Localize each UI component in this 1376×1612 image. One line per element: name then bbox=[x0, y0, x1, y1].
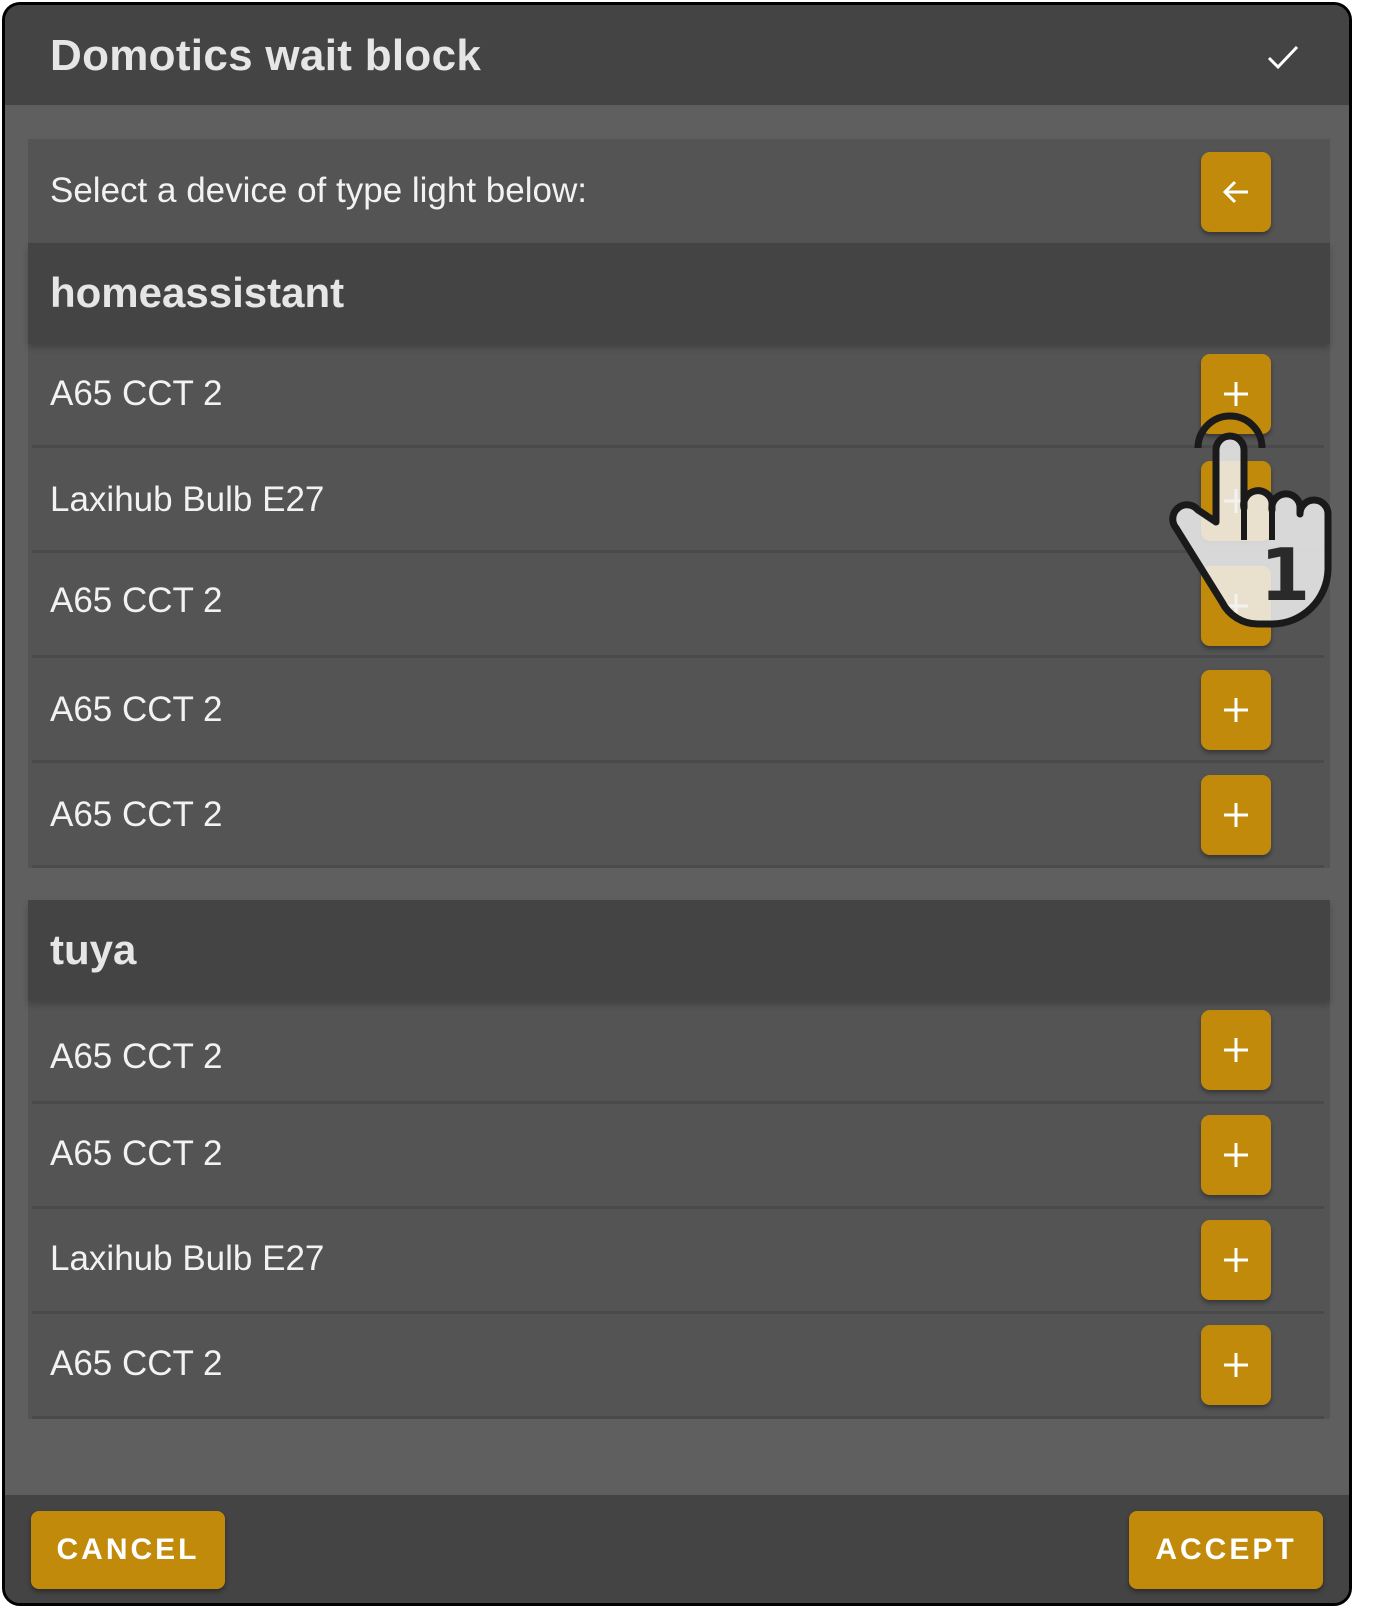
domotics-wait-dialog: Domotics wait block Select a device of t… bbox=[2, 2, 1352, 1606]
confirm-button[interactable] bbox=[1265, 39, 1301, 75]
group-name: homeassistant bbox=[50, 269, 345, 316]
add-device-button[interactable] bbox=[1201, 354, 1271, 434]
add-device-button[interactable] bbox=[1201, 1115, 1271, 1195]
device-row: Laxihub Bulb E27 bbox=[28, 448, 1330, 553]
device-name: A65 CCT 2 bbox=[50, 795, 223, 834]
plus-icon bbox=[1224, 1248, 1248, 1272]
device-name: A65 CCT 2 bbox=[50, 690, 223, 729]
device-row: A65 CCT 2 bbox=[28, 344, 1330, 448]
add-device-button[interactable] bbox=[1201, 775, 1271, 855]
cancel-button[interactable]: CANCEL bbox=[31, 1511, 225, 1589]
plus-icon bbox=[1224, 1353, 1248, 1377]
device-name: A65 CCT 2 bbox=[50, 374, 223, 413]
group-name: tuya bbox=[50, 926, 137, 973]
device-row: A65 CCT 2 bbox=[28, 658, 1330, 763]
prompt-label: Select a device of type light below: bbox=[50, 171, 587, 210]
accept-button[interactable]: ACCEPT bbox=[1129, 1511, 1323, 1589]
back-button[interactable] bbox=[1201, 152, 1271, 232]
device-row: A65 CCT 2 bbox=[28, 1104, 1330, 1209]
dialog-header: Domotics wait block bbox=[5, 5, 1349, 105]
arrow-left-icon bbox=[1222, 180, 1248, 204]
dialog-footer: CANCEL ACCEPT bbox=[5, 1495, 1349, 1603]
device-row: A65 CCT 2 bbox=[28, 763, 1330, 868]
plus-icon bbox=[1224, 1038, 1248, 1062]
plus-icon bbox=[1224, 803, 1248, 827]
add-device-button[interactable] bbox=[1201, 1220, 1271, 1300]
add-device-button[interactable] bbox=[1201, 1325, 1271, 1405]
add-device-button[interactable] bbox=[1201, 670, 1271, 750]
plus-icon bbox=[1224, 489, 1248, 513]
row-divider bbox=[32, 1416, 1324, 1419]
plus-icon bbox=[1224, 594, 1248, 618]
plus-icon bbox=[1224, 698, 1248, 722]
add-device-button[interactable] bbox=[1201, 461, 1271, 541]
group-header-homeassistant: homeassistant bbox=[28, 243, 1330, 344]
add-device-button[interactable] bbox=[1201, 566, 1271, 646]
device-name: A65 CCT 2 bbox=[50, 1037, 223, 1076]
device-name: Laxihub Bulb E27 bbox=[50, 480, 325, 519]
row-divider bbox=[32, 865, 1324, 868]
device-name: A65 CCT 2 bbox=[50, 1134, 223, 1173]
device-name: A65 CCT 2 bbox=[50, 581, 223, 620]
device-row: A65 CCT 2 bbox=[28, 1314, 1330, 1419]
device-row: A65 CCT 2 bbox=[28, 1001, 1330, 1104]
plus-icon bbox=[1224, 1143, 1248, 1167]
group-header-tuya: tuya bbox=[28, 900, 1330, 1001]
check-icon bbox=[1267, 45, 1299, 70]
device-row: Laxihub Bulb E27 bbox=[28, 1209, 1330, 1314]
device-name: Laxihub Bulb E27 bbox=[50, 1239, 325, 1278]
dialog-title: Domotics wait block bbox=[50, 31, 482, 80]
plus-icon bbox=[1224, 382, 1248, 406]
device-type-prompt: Select a device of type light below: bbox=[28, 139, 1330, 243]
add-device-button[interactable] bbox=[1201, 1010, 1271, 1090]
device-name: A65 CCT 2 bbox=[50, 1344, 223, 1383]
device-row: A65 CCT 2 bbox=[28, 553, 1330, 658]
